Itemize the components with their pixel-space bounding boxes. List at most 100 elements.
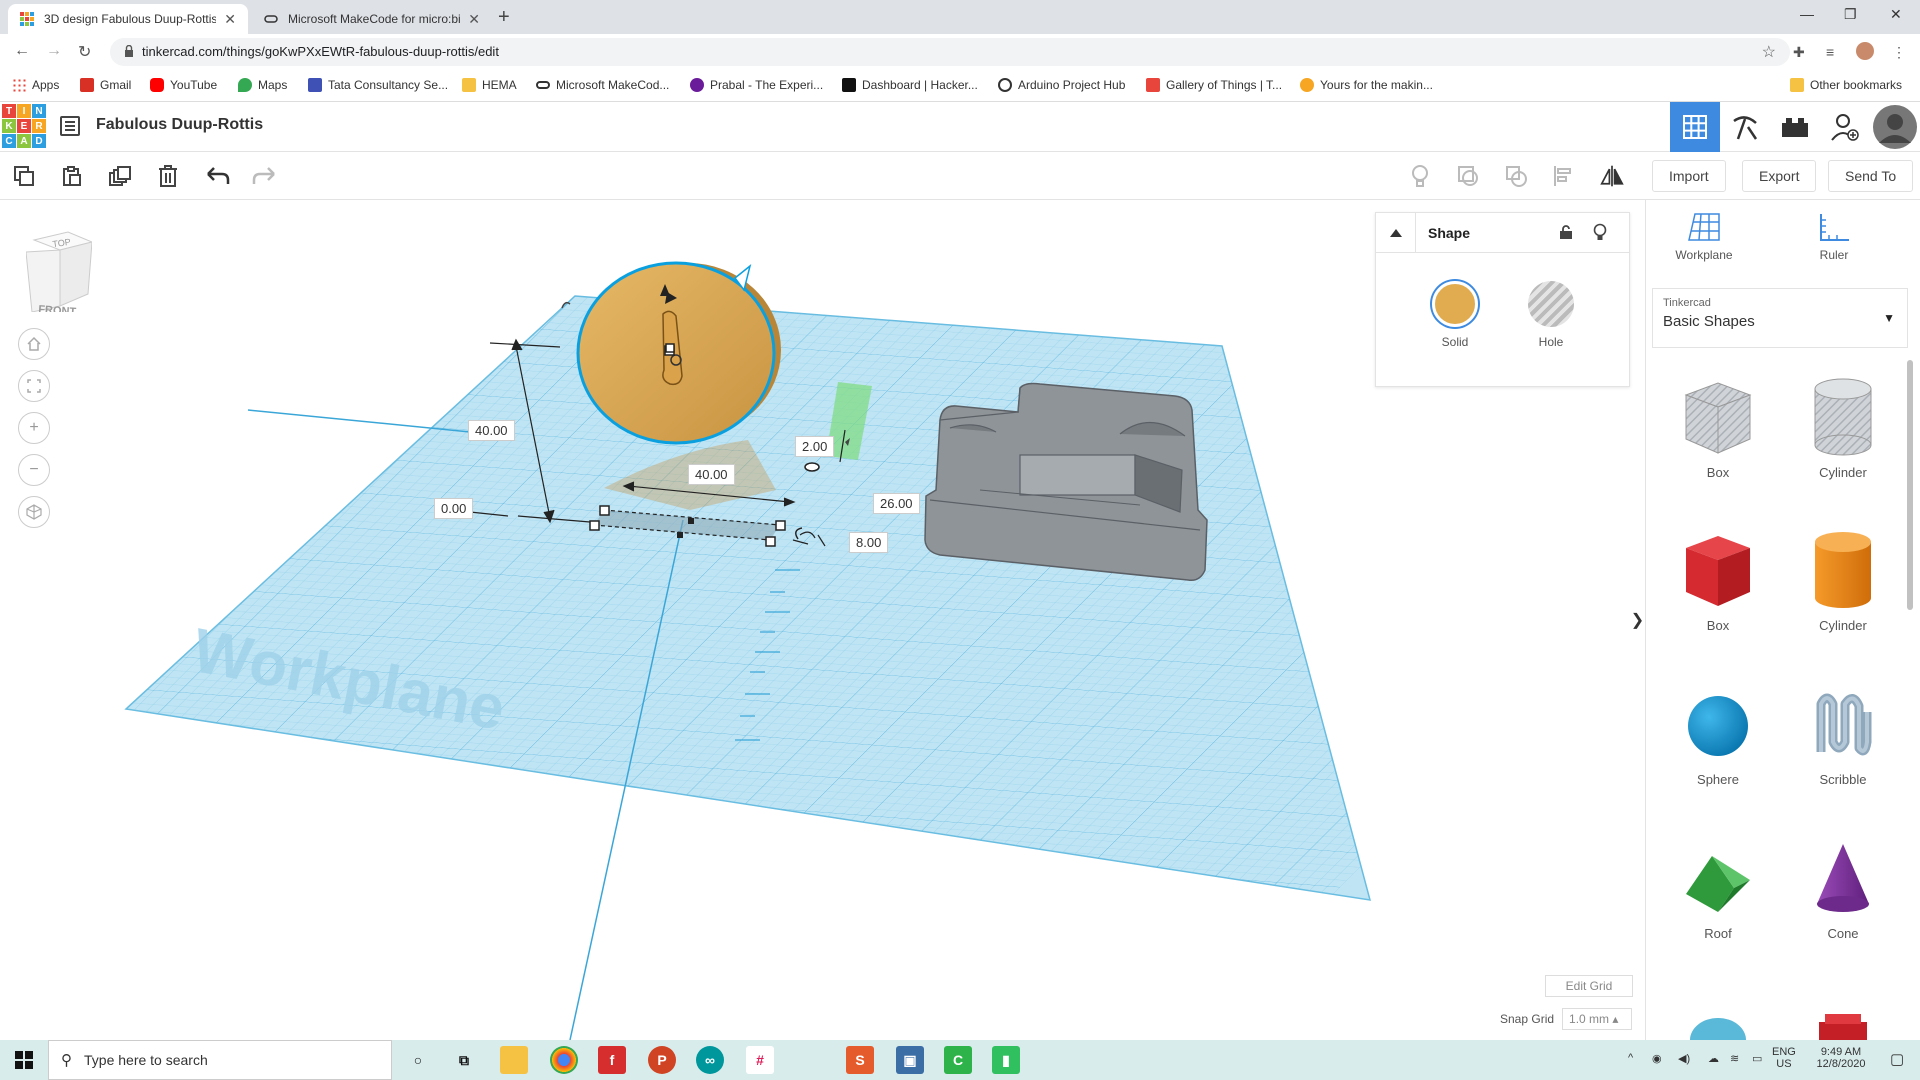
close-window-icon[interactable]: ✕ (1890, 6, 1902, 23)
solid-color-swatch[interactable] (1432, 281, 1478, 327)
shape-partial-text[interactable] (1793, 1000, 1893, 1040)
undo-button[interactable] (206, 164, 230, 188)
chrome-icon[interactable] (550, 1046, 578, 1074)
paste-button[interactable] (60, 164, 84, 188)
ruler-tool[interactable]: Ruler (1794, 212, 1874, 262)
bookmark-tcs[interactable]: Tata Consultancy Se... (308, 78, 448, 92)
resize-handle[interactable] (677, 532, 683, 538)
3d-view-button[interactable] (1670, 102, 1720, 152)
cortana-icon[interactable]: ○ (404, 1046, 432, 1074)
bookmark-hackerrank[interactable]: Dashboard | Hacker... (842, 78, 978, 92)
windows-start-icon[interactable] (10, 1046, 38, 1074)
shape-scribble[interactable]: Scribble (1793, 682, 1893, 787)
taskbar-search-input[interactable]: ⚲ Type here to search (48, 1040, 392, 1080)
shape-partial-torus[interactable] (1668, 1000, 1768, 1040)
resize-handle[interactable] (599, 505, 610, 516)
send-to-button[interactable]: Send To (1828, 160, 1914, 192)
bookmark-star-icon[interactable]: ☆ (1762, 42, 1776, 62)
bookmark-apps[interactable]: Apps (12, 78, 59, 92)
width-dimension-input[interactable]: 40.00 (688, 464, 735, 485)
bookmark-gmail[interactable]: Gmail (80, 78, 131, 92)
back-icon[interactable]: ← (14, 42, 30, 60)
bookmark-maps[interactable]: Maps (238, 78, 287, 92)
onedrive-icon[interactable]: ☁ (1708, 1052, 1719, 1065)
flipboard-icon[interactable]: f (598, 1046, 626, 1074)
bricks-button[interactable] (1770, 102, 1820, 152)
resize-handle[interactable] (589, 520, 600, 531)
tab-makecode[interactable]: Microsoft MakeCode for micro:bit ✕ (252, 4, 492, 34)
lightbulb-icon[interactable] (1593, 223, 1607, 241)
shape-cone[interactable]: Cone (1793, 836, 1893, 941)
file-explorer-icon[interactable] (500, 1046, 528, 1074)
thickness-dimension-input[interactable]: 2.00 (795, 436, 835, 457)
tab-close-icon[interactable]: ✕ (224, 11, 236, 28)
shape-roof[interactable]: Roof (1668, 836, 1768, 941)
powerpoint-icon[interactable]: P (648, 1046, 676, 1074)
duplicate-button[interactable] (108, 164, 132, 188)
lock-icon[interactable] (1559, 225, 1573, 239)
collapse-inspector-button[interactable] (1376, 212, 1416, 253)
view-cube[interactable]: TOP FRONT (25, 228, 94, 318)
arduino-ide-icon[interactable]: ∞ (696, 1046, 724, 1074)
other-bookmarks[interactable]: Other bookmarks (1790, 78, 1902, 92)
media-icon[interactable]: ≡ (1826, 44, 1834, 60)
design-title[interactable]: Fabulous Duup-Rottis (96, 116, 263, 134)
zoom-out-button[interactable]: − (18, 454, 50, 486)
c-app-icon[interactable]: C (944, 1046, 972, 1074)
thickness-handle[interactable] (804, 462, 820, 472)
bookmark-hema[interactable]: HEMA (462, 78, 517, 92)
depth-dimension-input[interactable]: 8.00 (849, 532, 889, 553)
design-list-icon[interactable] (60, 116, 80, 136)
control-panel-icon[interactable]: ▣ (896, 1046, 924, 1074)
shape-cylinder-hole[interactable]: Cylinder (1793, 375, 1893, 480)
top-handle[interactable] (665, 343, 675, 353)
extensions-icon[interactable]: ✚ (1793, 44, 1805, 61)
address-bar[interactable]: tinkercad.com/things/goKwPXxEWtR-fabulou… (110, 38, 1790, 66)
shape-box[interactable]: Box (1668, 528, 1768, 633)
wifi-icon[interactable]: ≋ (1730, 1052, 1739, 1065)
panel-scrollbar[interactable] (1907, 360, 1913, 610)
minimize-icon[interactable]: — (1800, 6, 1814, 22)
offset-dimension-input[interactable]: 26.00 (873, 493, 920, 514)
bookmark-yours[interactable]: Yours for the makin... (1300, 78, 1433, 92)
shape-box-hole[interactable]: Box (1668, 375, 1768, 480)
shape-library-dropdown[interactable]: Tinkercad Basic Shapes ▼ (1652, 288, 1908, 348)
fit-view-button[interactable] (18, 370, 50, 402)
gray-part-shape[interactable] (924, 382, 1208, 582)
height-dimension-input[interactable]: 40.00 (468, 420, 515, 441)
network-icon[interactable]: ◉ (1652, 1052, 1662, 1065)
volume-icon[interactable]: ◀) (1678, 1052, 1690, 1065)
bookmark-arduino[interactable]: Arduino Project Hub (998, 78, 1125, 92)
home-view-button[interactable] (18, 328, 50, 360)
tinkercad-logo[interactable]: T I N K E R C A D (2, 104, 46, 148)
tab-close-icon[interactable]: ✕ (468, 11, 480, 28)
profile-avatar[interactable] (1856, 42, 1874, 60)
mirror-button[interactable] (1600, 164, 1624, 188)
bookmark-makecode[interactable]: Microsoft MakeCod... (536, 78, 669, 92)
expand-panel-icon[interactable]: ❯ (1630, 590, 1645, 650)
hole-swatch[interactable] (1528, 281, 1574, 327)
snap-grid-select[interactable]: 1.0 mm ▴ (1562, 1008, 1633, 1030)
notifications-icon[interactable]: ▢ (1890, 1050, 1904, 1068)
tray-chevron-icon[interactable]: ^ (1628, 1052, 1633, 1064)
shape-cylinder[interactable]: Cylinder (1793, 528, 1893, 633)
user-avatar[interactable] (1870, 102, 1920, 152)
new-tab-button[interactable]: + (498, 6, 510, 29)
ungroup-button[interactable] (1504, 164, 1528, 188)
reload-icon[interactable]: ↻ (78, 42, 91, 62)
menu-icon[interactable]: ⋮ (1892, 44, 1906, 61)
zoom-in-button[interactable]: + (18, 412, 50, 444)
perspective-button[interactable] (18, 496, 50, 528)
redo-button[interactable] (252, 164, 276, 188)
restore-icon[interactable]: ❐ (1844, 6, 1857, 23)
delete-button[interactable] (156, 164, 180, 188)
workplane-tool[interactable]: Workplane (1664, 212, 1744, 262)
elevation-dimension-input[interactable]: 0.00 (434, 498, 474, 519)
resize-handle[interactable] (765, 536, 776, 547)
notes-button[interactable] (1408, 164, 1432, 188)
copy-button[interactable] (12, 164, 36, 188)
battery-icon[interactable]: ▭ (1752, 1052, 1762, 1065)
task-view-icon[interactable]: ⧉ (450, 1046, 478, 1074)
add-user-button[interactable] (1820, 102, 1870, 152)
slack-icon[interactable]: # (746, 1046, 774, 1074)
